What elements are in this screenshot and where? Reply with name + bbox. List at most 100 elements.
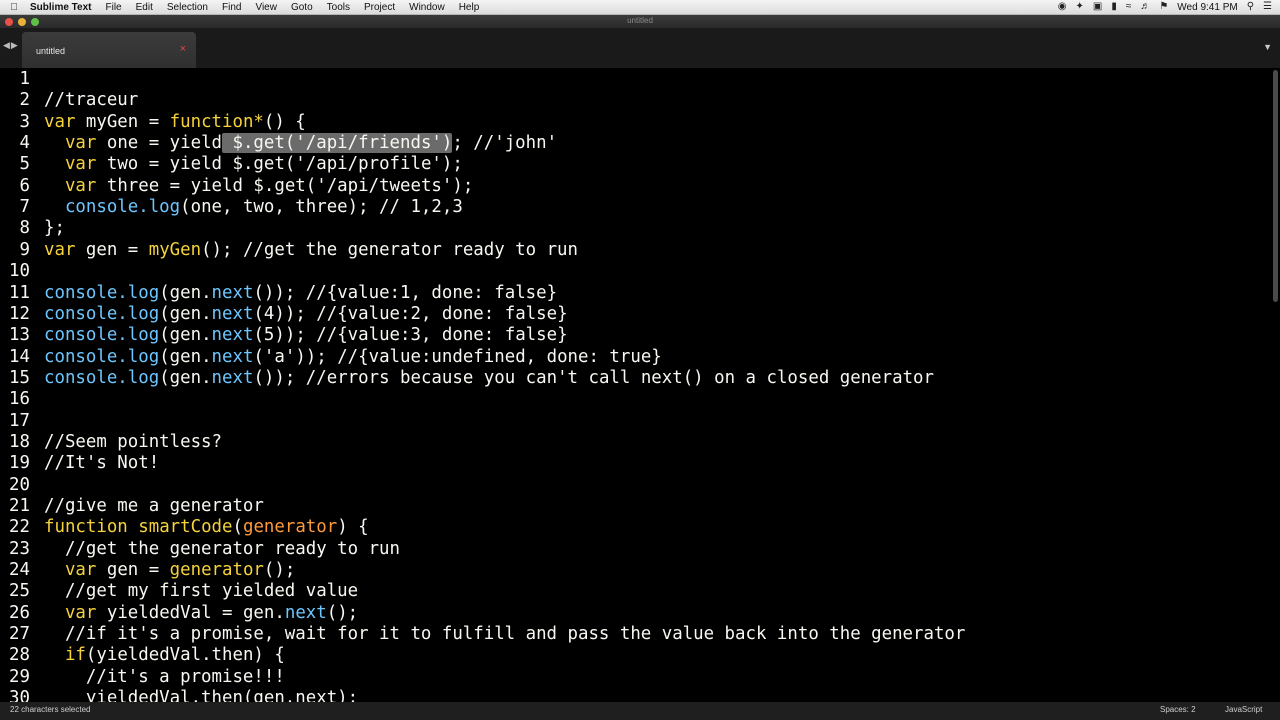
- code-line[interactable]: 5 var two = yield $.get('/api/profile');: [0, 154, 463, 175]
- menu-selection[interactable]: Selection: [160, 2, 215, 13]
- code-text: console.log(gen.next(5)); //{value:3, do…: [44, 325, 568, 345]
- menu-file[interactable]: File: [99, 2, 129, 13]
- code-line[interactable]: 1: [0, 69, 44, 90]
- menu-bar:  Sublime Text File Edit Selection Find …: [0, 0, 1280, 15]
- code-line[interactable]: 14 console.log(gen.next('a')); //{value:u…: [0, 347, 662, 368]
- wifi-icon[interactable]: ≈: [1126, 0, 1132, 14]
- code-token: three = yield $.get('/api/tweets');: [96, 175, 474, 196]
- code-token: var: [64, 560, 97, 581]
- tab-label: untitled: [36, 46, 66, 56]
- screen-icon[interactable]: ▣: [1093, 0, 1102, 14]
- tab-untitled[interactable]: untitled ×: [22, 32, 196, 68]
- tab-close-icon[interactable]: ×: [180, 43, 186, 55]
- clock[interactable]: Wed 9:41 PM: [1177, 2, 1237, 13]
- line-number: 4: [19, 133, 30, 154]
- code-line[interactable]: 2 //traceur: [0, 90, 139, 111]
- code-line[interactable]: 7 console.log(one, two, three); // 1,2,3: [0, 197, 463, 218]
- code-line[interactable]: 13 console.log(gen.next(5)); //{value:3, …: [0, 325, 568, 346]
- code-line[interactable]: 24 var gen = generator();: [0, 560, 295, 581]
- code-token: log: [127, 303, 160, 324]
- menu-app-name[interactable]: Sublime Text: [28, 2, 99, 13]
- menu-tools[interactable]: Tools: [320, 2, 357, 13]
- code-text: //get my first yielded value: [44, 581, 358, 601]
- line-number: 7: [19, 197, 30, 218]
- code-token: next: [284, 602, 327, 623]
- code-token: (: [232, 517, 243, 538]
- line-number: 13: [9, 325, 30, 346]
- code-line[interactable]: 9 var gen = myGen(); //get the generator …: [0, 240, 578, 261]
- code-token: generator: [169, 560, 264, 581]
- code-line[interactable]: 28 if(yieldedVal.then) {: [0, 645, 285, 666]
- indentation-status[interactable]: Spaces: 2: [1160, 705, 1196, 714]
- code-text: //give me a generator: [44, 496, 264, 516]
- list-icon[interactable]: ☰: [1263, 0, 1272, 14]
- volume-icon[interactable]: ♬: [1140, 0, 1150, 14]
- code-line[interactable]: 25 //get my first yielded value: [0, 581, 358, 602]
- menu-project[interactable]: Project: [357, 2, 402, 13]
- menu-help[interactable]: Help: [452, 2, 487, 13]
- code-token: var: [44, 239, 76, 260]
- line-number: 29: [9, 666, 30, 687]
- code-token: ; //'john': [452, 133, 558, 154]
- code-line[interactable]: 3 var myGen = function*() {: [0, 112, 306, 133]
- code-text: //It's Not!: [44, 453, 159, 473]
- code-text: var three = yield $.get('/api/tweets');: [44, 176, 473, 196]
- line-number: 9: [19, 239, 30, 260]
- code-line[interactable]: 19 //It's Not!: [0, 453, 159, 474]
- code-line[interactable]: 16: [0, 389, 44, 410]
- tab-nav-arrows-icon[interactable]: ◀▶: [3, 40, 19, 51]
- code-line[interactable]: 22 function smartCode(generator) {: [0, 517, 369, 538]
- code-line[interactable]: 17: [0, 411, 44, 432]
- flag-icon[interactable]: ⚑: [1159, 0, 1168, 14]
- code-line[interactable]: 20: [0, 475, 44, 496]
- line-number: 3: [19, 111, 30, 132]
- code-line[interactable]: 23 //get the generator ready to run: [0, 539, 400, 560]
- code-text: console.log(one, two, three); // 1,2,3: [44, 197, 463, 217]
- code-token: two = yield $.get('/api/profile');: [96, 154, 463, 175]
- syntax-status[interactable]: JavaScript: [1225, 705, 1262, 714]
- code-line[interactable]: 27 //if it's a promise, wait for it to f…: [0, 624, 965, 645]
- code-token: gen =: [75, 239, 149, 260]
- menu-view[interactable]: View: [248, 2, 284, 13]
- window-title-bar: untitled: [0, 15, 1280, 28]
- code-token: var: [44, 111, 76, 132]
- scrollbar-thumb[interactable]: [1273, 70, 1278, 302]
- code-line[interactable]: 11 console.log(gen.next()); //{value:1, d…: [0, 283, 557, 304]
- tab-bar: ◀▶ untitled × ▼: [0, 28, 1280, 68]
- vertical-scrollbar[interactable]: [1272, 68, 1280, 702]
- code-line[interactable]: 18 //Seem pointless?: [0, 432, 222, 453]
- code-line[interactable]: 26 var yieldedVal = gen.next();: [0, 603, 358, 624]
- code-token: log: [127, 282, 160, 303]
- line-number: 12: [9, 303, 30, 324]
- code-line[interactable]: 8};: [0, 218, 65, 239]
- code-line[interactable]: 30 yieldedVal.then(gen.next);: [0, 688, 358, 702]
- apple-menu-icon[interactable]: : [0, 2, 28, 13]
- code-token: console.: [44, 303, 128, 324]
- search-icon[interactable]: ⚲: [1247, 0, 1254, 14]
- code-line[interactable]: 15 console.log(gen.next()); //errors beca…: [0, 368, 934, 389]
- code-text: };: [44, 218, 65, 238]
- battery-icon[interactable]: ▮: [1111, 0, 1117, 14]
- menu-edit[interactable]: Edit: [129, 2, 160, 13]
- tab-dropdown-icon[interactable]: ▼: [1263, 42, 1272, 52]
- code-token: console.: [44, 367, 128, 388]
- code-editor[interactable]: 1 2//traceur 3 var myGen = function*() {4 v…: [0, 68, 1280, 702]
- record-icon[interactable]: ◉: [1058, 0, 1067, 14]
- code-line[interactable]: 6 var three = yield $.get('/api/tweets')…: [0, 176, 474, 197]
- code-token: log: [127, 325, 160, 346]
- code-line[interactable]: 4 var one = yield $.get('/api/friends');…: [0, 133, 557, 154]
- tool-icon[interactable]: ✦: [1075, 0, 1083, 14]
- code-line[interactable]: 21 //give me a generator: [0, 496, 264, 517]
- code-text: //traceur: [44, 90, 138, 110]
- menu-goto[interactable]: Goto: [284, 2, 320, 13]
- code-line[interactable]: 29 //it's a promise!!!: [0, 667, 285, 688]
- menu-window[interactable]: Window: [402, 2, 452, 13]
- code-line[interactable]: 12 console.log(gen.next(4)); //{value:2, …: [0, 304, 568, 325]
- menu-find[interactable]: Find: [215, 2, 248, 13]
- line-number: 8: [19, 218, 30, 239]
- code-line[interactable]: 10: [0, 261, 44, 282]
